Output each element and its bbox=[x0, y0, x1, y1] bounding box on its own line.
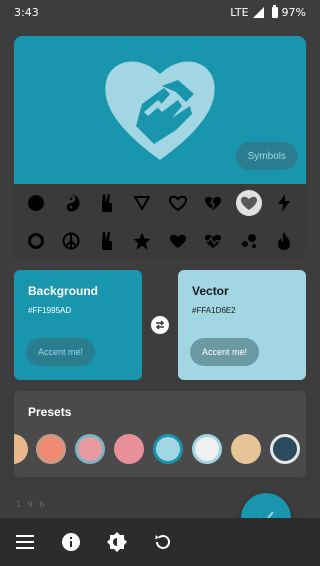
preset-swatch[interactable] bbox=[231, 434, 261, 464]
status-bar: 3:43 LTE 97% bbox=[0, 0, 320, 24]
reset-icon[interactable] bbox=[152, 531, 174, 553]
circle-filled-icon[interactable] bbox=[23, 190, 49, 216]
circle-outline-icon[interactable] bbox=[23, 228, 49, 254]
peace-icon[interactable] bbox=[58, 228, 84, 254]
peace-hand-icon[interactable] bbox=[94, 190, 120, 216]
heart-broken-icon[interactable] bbox=[200, 190, 226, 216]
symbols-button[interactable]: Symbols bbox=[235, 142, 298, 170]
app-version: 1.9.6 bbox=[16, 500, 47, 509]
background-card-title: Background bbox=[28, 284, 99, 298]
heart-filled-icon[interactable] bbox=[165, 228, 191, 254]
preset-swatch[interactable] bbox=[36, 434, 66, 464]
lightning-icon[interactable] bbox=[271, 190, 297, 216]
background-hex-value: #FF1995AD bbox=[28, 306, 72, 315]
handshake-heart-icon bbox=[105, 61, 215, 161]
presets-card: Presets bbox=[14, 391, 306, 477]
icon-grid bbox=[14, 184, 306, 260]
battery-level: 97% bbox=[281, 5, 306, 19]
peace-hand-icon[interactable] bbox=[94, 228, 120, 254]
icon-grid-row bbox=[14, 222, 306, 260]
triangle-down-outline-icon[interactable] bbox=[129, 190, 155, 216]
preset-swatch[interactable] bbox=[192, 434, 222, 464]
preset-swatch[interactable] bbox=[153, 434, 183, 464]
preset-swatch[interactable] bbox=[114, 434, 144, 464]
heart-outline-icon[interactable] bbox=[165, 190, 191, 216]
preset-swatch[interactable] bbox=[270, 434, 300, 464]
icon-preview: Symbols bbox=[14, 36, 306, 184]
preset-swatch[interactable] bbox=[14, 434, 28, 464]
icon-grid-row bbox=[14, 184, 306, 222]
background-accent-button[interactable]: Accent me! bbox=[26, 338, 96, 366]
star-icon[interactable] bbox=[129, 228, 155, 254]
background-color-card[interactable]: Background #FF1995AD Accent me! bbox=[14, 270, 142, 380]
vector-card-title: Vector bbox=[192, 284, 229, 298]
signal-icon bbox=[252, 6, 264, 18]
menu-icon[interactable] bbox=[14, 531, 36, 553]
info-icon[interactable] bbox=[60, 531, 82, 553]
vector-color-card[interactable]: Vector #FFA1D6E2 Accent me! bbox=[178, 270, 306, 380]
dots-icon[interactable] bbox=[236, 228, 262, 254]
heart-pulse-icon[interactable] bbox=[200, 228, 226, 254]
status-time: 3:43 bbox=[14, 5, 39, 19]
yin-yang-icon[interactable] bbox=[58, 190, 84, 216]
handshake-heart-selected-icon[interactable] bbox=[235, 190, 262, 216]
swap-colors-icon[interactable] bbox=[151, 316, 169, 334]
vector-hex-value: #FFA1D6E2 bbox=[192, 306, 236, 315]
preset-swatch[interactable] bbox=[75, 434, 105, 464]
fire-icon[interactable] bbox=[271, 228, 297, 254]
vector-accent-button[interactable]: Accent me! bbox=[190, 338, 260, 366]
battery-icon bbox=[271, 4, 278, 18]
bottom-app-bar bbox=[0, 518, 320, 566]
presets-title: Presets bbox=[28, 405, 72, 419]
icon-card: Symbols bbox=[14, 36, 306, 260]
network-label: LTE bbox=[230, 5, 249, 19]
status-indicators: LTE 97% bbox=[230, 4, 306, 19]
brightness-icon[interactable] bbox=[106, 531, 128, 553]
